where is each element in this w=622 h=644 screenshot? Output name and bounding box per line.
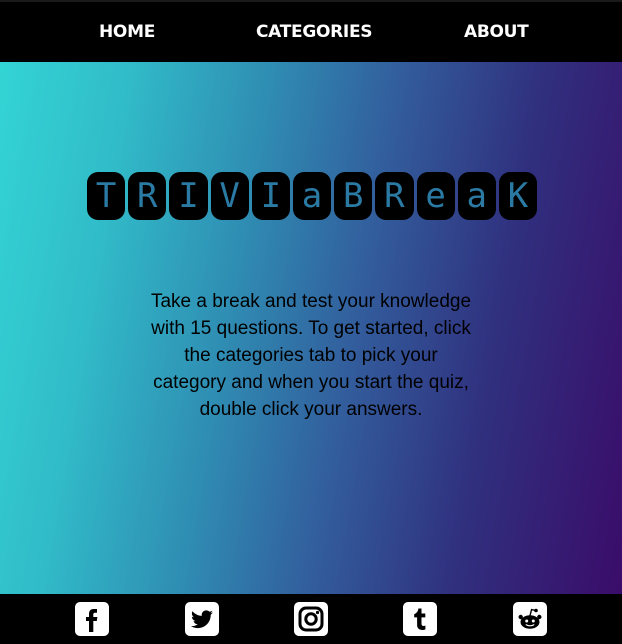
logo-letter-4: V [210,172,249,220]
nav-categories-link[interactable]: CATEGORIES [256,22,373,42]
logo-letter-8: R [375,172,414,220]
logo-letter-5: I [251,172,290,220]
twitter-icon[interactable] [185,602,219,636]
facebook-icon[interactable] [75,602,109,636]
intro-text: Take a break and test your knowledge wit… [150,291,472,420]
social-footer [0,594,622,644]
nav-home-link[interactable]: HOME [99,22,155,42]
logo-letter-3: I [169,172,208,220]
logo-letter-11: K [498,172,538,220]
logo-letter-7: B [334,172,373,220]
reddit-icon[interactable] [513,602,547,636]
top-navigation: HOME CATEGORIES ABOUT [0,0,622,62]
instagram-icon[interactable] [294,602,328,636]
logo-letter-2: R [128,172,167,220]
logo-letter-6: a [292,172,332,220]
trivia-break-logo: T R I V I a B R e a K [87,172,538,220]
logo-letter-9: e [416,172,455,220]
tumblr-icon[interactable] [403,602,437,636]
logo-letter-10: a [457,172,496,220]
logo-letter-1: T [87,172,126,220]
hero-section: T R I V I a B R e a K Take a break and t… [0,62,622,594]
nav-about-link[interactable]: ABOUT [464,22,529,42]
